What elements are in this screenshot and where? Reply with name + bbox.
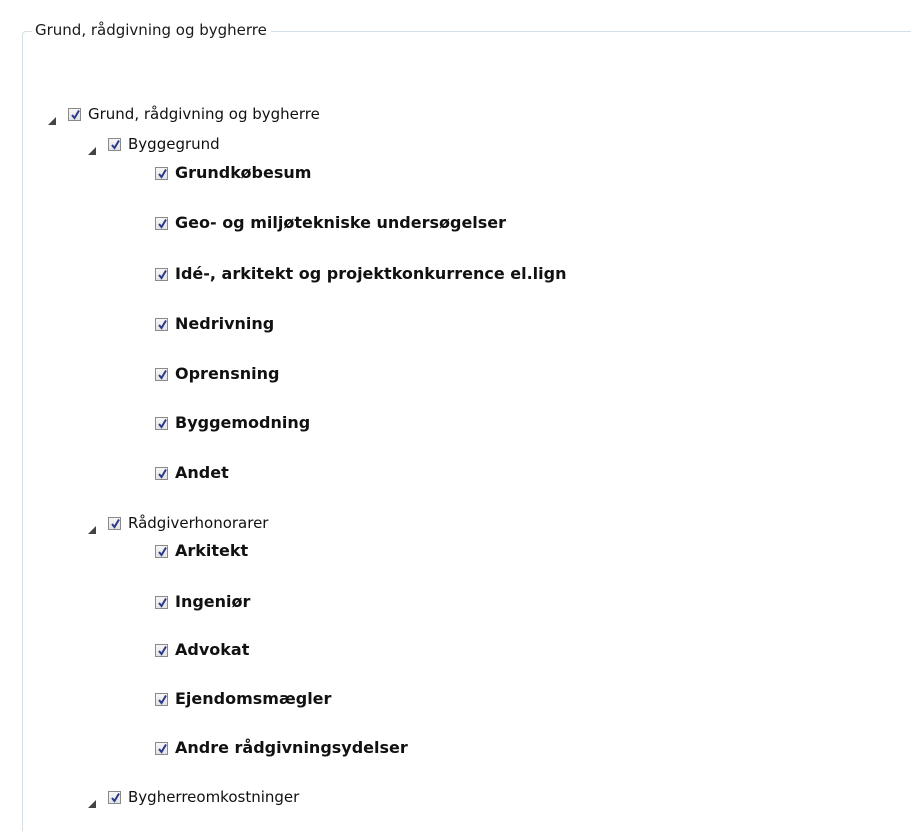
expand-arrow-icon[interactable] (48, 110, 56, 125)
checkbox[interactable] (155, 267, 168, 281)
group-title: Grund, rådgivning og bygherre (32, 20, 271, 40)
tree-leaf[interactable]: Advokat (155, 640, 249, 660)
expand-arrow-icon[interactable] (88, 519, 96, 534)
checkbox[interactable] (155, 692, 168, 706)
tree-leaf[interactable]: Nedrivning (155, 314, 274, 334)
tree-leaf[interactable]: Arkitekt (155, 541, 248, 561)
expand-arrow-icon[interactable] (88, 793, 96, 808)
tree-leaf-label: Nedrivning (175, 314, 275, 333)
tree-node-label: Grund, rådgivning og bygherre (88, 105, 320, 123)
checkbox[interactable] (155, 544, 168, 558)
checkbox[interactable] (155, 416, 168, 430)
tree-leaf-label: Andre rådgivningsydelser (175, 738, 408, 757)
checkbox[interactable] (155, 166, 168, 180)
checkbox[interactable] (155, 741, 168, 755)
tree-leaf-label: Arkitekt (175, 541, 249, 560)
tree-leaf-label: Advokat (175, 640, 250, 659)
checkbox[interactable] (155, 216, 168, 230)
tree-leaf-label: Ingeniør (175, 592, 251, 611)
tree-leaf[interactable]: Oprensning (155, 364, 279, 384)
tree-leaf-label: Grundkøbesum (175, 163, 312, 182)
expand-arrow-icon[interactable] (88, 140, 96, 155)
tree-node-bygherreomkostninger[interactable]: Bygherreomkostninger (88, 787, 300, 808)
checkbox[interactable] (155, 367, 168, 381)
tree-node-label: Bygherreomkostninger (128, 788, 300, 806)
checkbox[interactable] (155, 466, 168, 480)
tree-leaf[interactable]: Idé-, arkitekt og projektkonkurrence el.… (155, 264, 566, 284)
checkbox[interactable] (68, 107, 81, 121)
tree-node-label: Byggegrund (128, 135, 220, 153)
tree-leaf[interactable]: Andre rådgivningsydelser (155, 738, 408, 758)
checkbox[interactable] (108, 137, 121, 151)
tree-leaf[interactable]: Byggemodning (155, 413, 310, 433)
tree-leaf-label: Byggemodning (175, 413, 311, 432)
tree-leaf[interactable]: Ejendomsmægler (155, 689, 331, 709)
tree-leaf-label: Andet (175, 463, 229, 482)
tree-leaf-label: Oprensning (175, 364, 280, 383)
checkbox[interactable] (155, 595, 168, 609)
tree-leaf[interactable]: Grundkøbesum (155, 163, 311, 183)
checkbox[interactable] (155, 317, 168, 331)
checkbox[interactable] (155, 643, 168, 657)
tree-node-byggegrund[interactable]: Byggegrund (88, 134, 220, 155)
tree-leaf[interactable]: Ingeniør (155, 592, 250, 612)
tree-node-raadgiverhonorarer[interactable]: Rådgiverhonorarer (88, 513, 269, 534)
checkbox[interactable] (108, 790, 121, 804)
checkbox[interactable] (108, 516, 121, 530)
tree-leaf[interactable]: Andet (155, 463, 229, 483)
tree-leaf-label: Idé-, arkitekt og projektkonkurrence el.… (175, 264, 567, 283)
tree-leaf-label: Ejendomsmægler (175, 689, 332, 708)
tree-leaf[interactable]: Geo- og miljøtekniske undersøgelser (155, 213, 506, 233)
tree-leaf-label: Geo- og miljøtekniske undersøgelser (175, 213, 507, 232)
tree-node-label: Rådgiverhonorarer (128, 514, 269, 532)
tree-node-root[interactable]: Grund, rådgivning og bygherre (48, 104, 320, 125)
